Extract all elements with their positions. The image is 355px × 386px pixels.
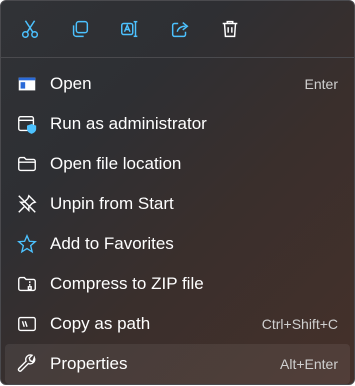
- copy-button[interactable]: [55, 9, 105, 49]
- menu-item-run-as-administrator[interactable]: Run as administrator: [5, 104, 350, 144]
- menu-item-shortcut: Alt+Enter: [280, 356, 338, 372]
- path-icon: [16, 313, 38, 335]
- context-menu: Open Enter Run as administrator Open fil…: [0, 0, 355, 385]
- quick-actions-toolbar: [1, 1, 354, 57]
- unpin-icon: [16, 193, 38, 215]
- shield-window-icon: [16, 113, 38, 135]
- menu-item-compress-to-zip-file[interactable]: Compress to ZIP file: [5, 264, 350, 304]
- cut-button[interactable]: [5, 9, 55, 49]
- star-icon: [16, 233, 38, 255]
- menu-item-label: Open file location: [50, 154, 182, 173]
- share-icon: [171, 22, 189, 38]
- menu-item-shortcut: Ctrl+Shift+C: [261, 316, 338, 332]
- menu-item-unpin-from-start[interactable]: Unpin from Start: [5, 184, 350, 224]
- menu-item-copy-as-path[interactable]: Copy as path Ctrl+Shift+C: [5, 304, 350, 344]
- wrench-icon: [16, 353, 38, 375]
- delete-button[interactable]: [205, 9, 255, 49]
- menu-items: Open Enter Run as administrator Open fil…: [1, 62, 354, 386]
- copy-icon: [72, 20, 89, 38]
- rename-button[interactable]: [105, 9, 155, 49]
- scissors-icon: [21, 20, 39, 38]
- menu-item-open[interactable]: Open Enter: [5, 64, 350, 104]
- rename-icon: [121, 20, 138, 38]
- menu-item-properties[interactable]: Properties Alt+Enter: [5, 344, 350, 384]
- toolbar-divider: [1, 57, 354, 58]
- menu-item-label: Properties: [50, 354, 128, 373]
- folder-icon: [16, 153, 38, 175]
- menu-item-label: Run as administrator: [50, 114, 207, 133]
- zip-icon: [16, 273, 38, 295]
- menu-item-label: Open: [50, 74, 92, 93]
- menu-item-label: Copy as path: [50, 314, 151, 333]
- share-button[interactable]: [155, 9, 205, 49]
- menu-item-label: Compress to ZIP file: [50, 274, 204, 293]
- menu-item-label: Add to Favorites: [50, 234, 174, 253]
- menu-item-shortcut: Enter: [304, 76, 338, 92]
- app-window-icon: [16, 73, 38, 95]
- menu-item-label: Unpin from Start: [50, 194, 174, 213]
- trash-icon: [222, 20, 238, 38]
- menu-item-open-file-location[interactable]: Open file location: [5, 144, 350, 184]
- menu-item-add-to-favorites[interactable]: Add to Favorites: [5, 224, 350, 264]
